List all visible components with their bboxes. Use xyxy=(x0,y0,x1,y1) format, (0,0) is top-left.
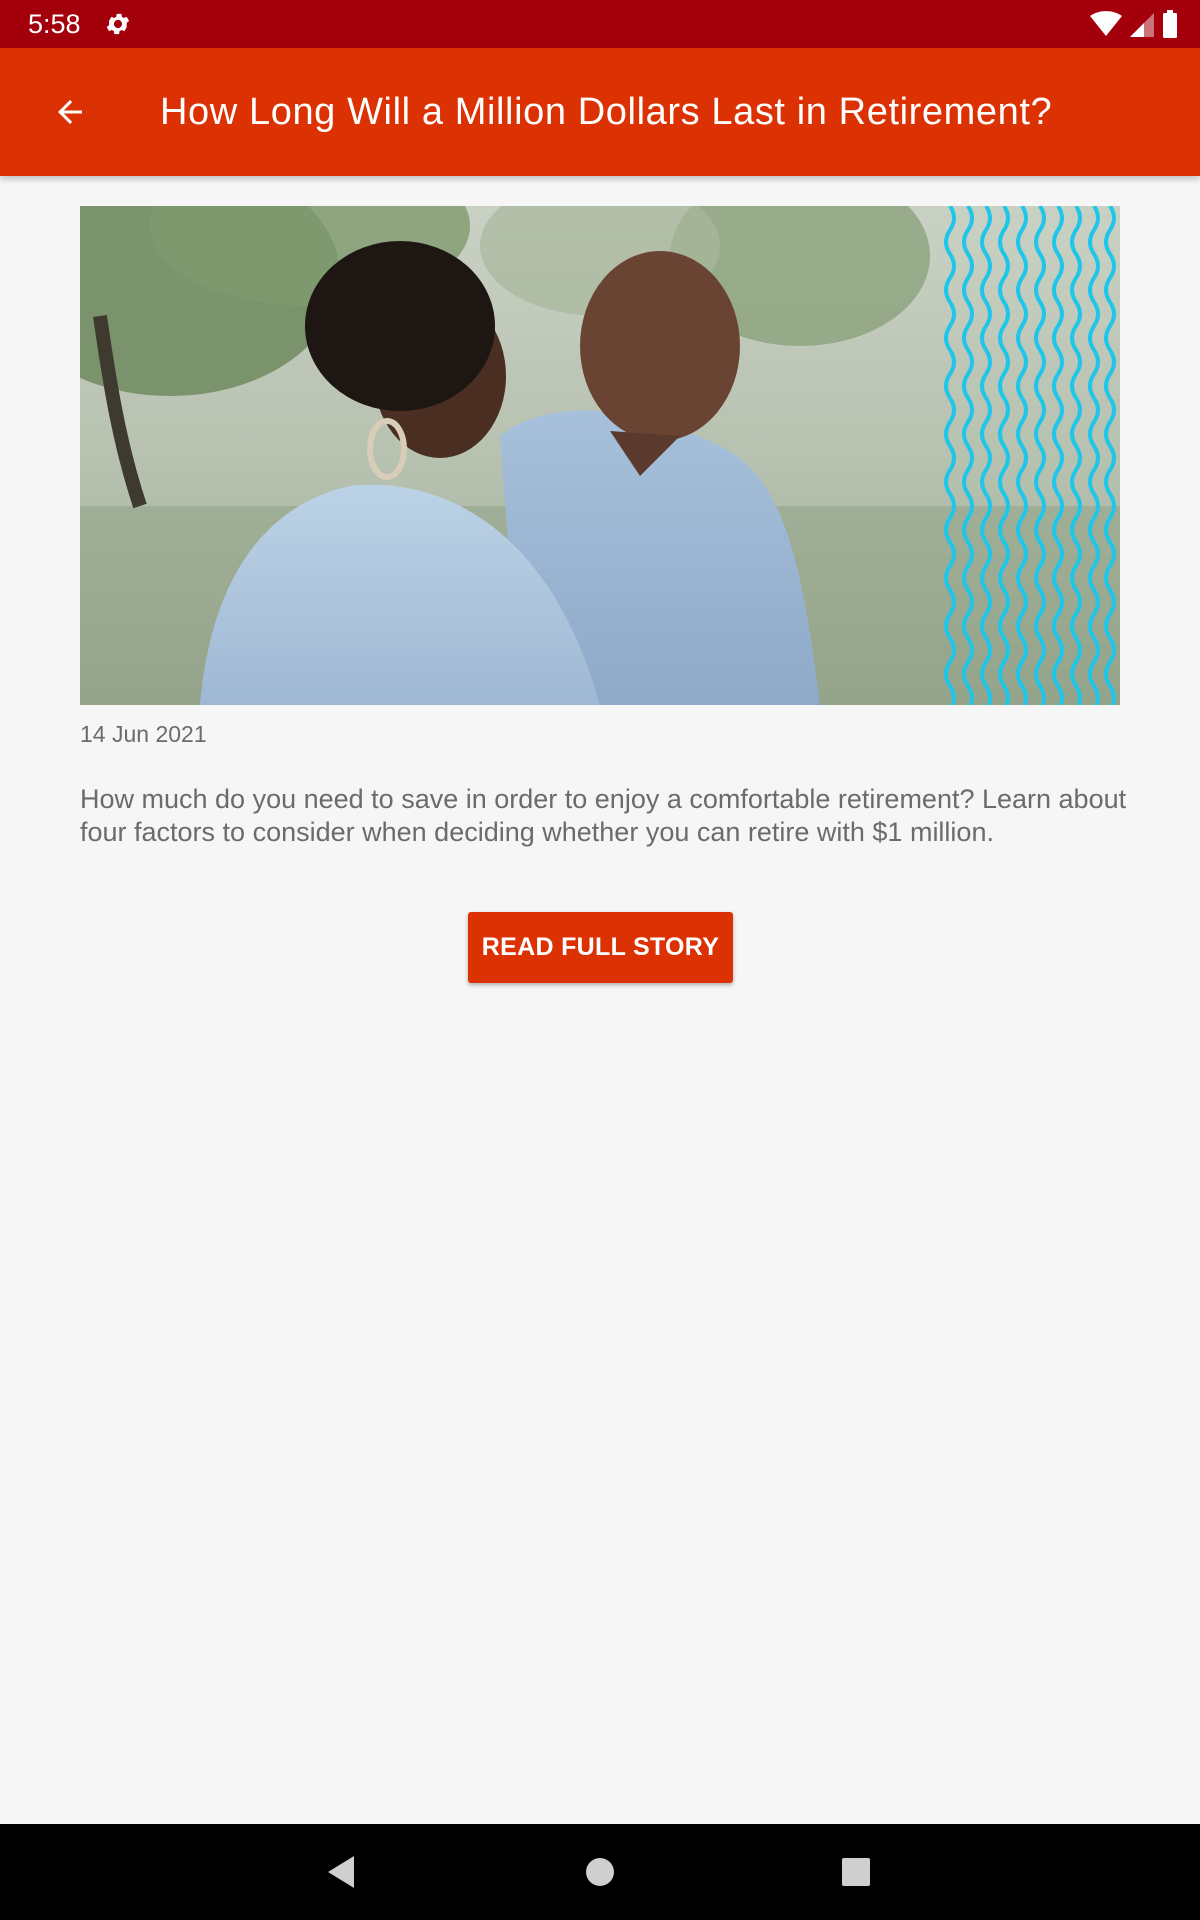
system-nav-bar xyxy=(0,1824,1200,1920)
page-title: How Long Will a Million Dollars Last in … xyxy=(160,91,1053,133)
arrow-back-icon xyxy=(58,100,82,124)
nav-back-button[interactable] xyxy=(318,1848,366,1896)
back-button[interactable] xyxy=(40,88,100,136)
battery-icon xyxy=(1163,10,1177,38)
photo-couple-smiling-outdoors xyxy=(80,206,1120,705)
article-summary: How much do you need to save in order to… xyxy=(80,784,1127,847)
status-bar: 5:58 xyxy=(0,0,1200,48)
article-date: 14 Jun 2021 xyxy=(80,721,207,747)
status-icons xyxy=(1090,10,1178,38)
nav-recents-button[interactable] xyxy=(832,1848,880,1896)
nav-home-button[interactable] xyxy=(576,1848,624,1896)
nav-home-icon xyxy=(586,1858,614,1886)
app-bar: How Long Will a Million Dollars Last in … xyxy=(0,48,1200,176)
status-time: 5:58 xyxy=(28,9,81,39)
article-hero-image xyxy=(80,206,1120,705)
nav-back-icon xyxy=(328,1856,354,1888)
wifi-icon xyxy=(1090,11,1122,36)
settings-icon xyxy=(106,13,130,35)
screen: 5:58 How Long Will a Million Dollars Las… xyxy=(0,0,1200,1920)
cellular-signal-icon xyxy=(1130,13,1154,37)
read-full-story-button[interactable]: READ FULL STORY xyxy=(468,912,733,983)
nav-recents-icon xyxy=(842,1858,870,1886)
